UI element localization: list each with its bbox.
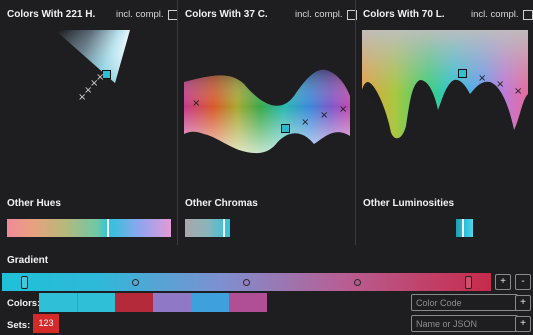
gradient-start-handle[interactable] [21,276,28,289]
other-hues-strip[interactable] [7,219,171,237]
x-marker-icon[interactable]: × [339,105,347,115]
color-swatch[interactable] [229,293,267,312]
x-marker-icon[interactable]: × [496,80,504,90]
x-marker-icon[interactable]: × [514,87,522,97]
other-hues-label: Other Hues [7,198,61,209]
luminosity-panel-title: Colors With 70 L. [363,9,445,20]
x-marker-icon[interactable]: × [78,93,86,103]
x-marker-icon[interactable]: × [369,92,377,102]
x-marker-icon[interactable]: × [192,99,200,109]
gradient-stop[interactable] [243,279,250,286]
other-chromas-label: Other Chromas [185,198,258,209]
selected-color-marker[interactable] [458,69,467,78]
current-hue-marker[interactable] [107,219,109,237]
x-marker-icon[interactable]: × [320,111,328,121]
luminosity-compl-checkbox[interactable] [522,9,533,20]
gradient-stop[interactable] [132,279,139,286]
gradient-end-handle[interactable] [465,276,472,289]
color-swatch[interactable] [77,293,116,312]
sets-label: Sets: [7,320,31,331]
color-add-button[interactable]: + [515,295,531,311]
hue-panel-title: Colors With 221 H. [7,9,96,20]
luminosity-panel: Colors With 70 L. incl. compl. × × × × O… [356,0,533,245]
set-item[interactable]: 123 [33,314,59,333]
gradient-remove-button[interactable]: - [515,274,531,290]
color-code-input[interactable] [411,294,518,311]
other-luminosities-strip[interactable] [456,219,473,237]
x-marker-icon[interactable]: × [301,118,309,128]
chroma-panel-title: Colors With 37 C. [185,9,268,20]
set-name-input[interactable] [411,315,518,332]
hue-compl-label: incl. compl. [116,9,164,20]
color-swatch[interactable] [153,293,191,312]
color-swatch[interactable] [191,293,229,312]
color-swatch[interactable] [39,293,77,312]
set-add-button[interactable]: + [515,316,531,332]
gradient-title: Gradient [7,255,49,266]
chroma-compl-toggle[interactable]: incl. compl. [295,9,357,20]
luminosity-compl-label: incl. compl. [471,9,519,20]
chroma-panel: Colors With 37 C. incl. compl. × × × × O… [178,0,357,245]
gradient-stop[interactable] [354,279,361,286]
gradient-add-button[interactable]: + [495,274,511,290]
current-chroma-marker[interactable] [223,219,225,237]
x-marker-icon[interactable]: × [478,74,486,84]
selected-color-marker[interactable] [281,124,290,133]
gradient-bar[interactable] [2,273,491,291]
hue-compl-toggle[interactable]: incl. compl. [116,9,178,20]
hue-panel: Colors With 221 H. incl. compl. × × × × … [0,0,178,245]
colors-label: Colors: [7,298,41,309]
chroma-compl-label: incl. compl. [295,9,343,20]
color-swatch[interactable] [115,293,153,312]
other-chromas-strip[interactable] [185,219,230,237]
luminosity-compl-toggle[interactable]: incl. compl. [471,9,533,20]
current-luminosity-marker[interactable] [462,219,464,237]
other-luminosities-label: Other Luminosities [363,198,455,209]
